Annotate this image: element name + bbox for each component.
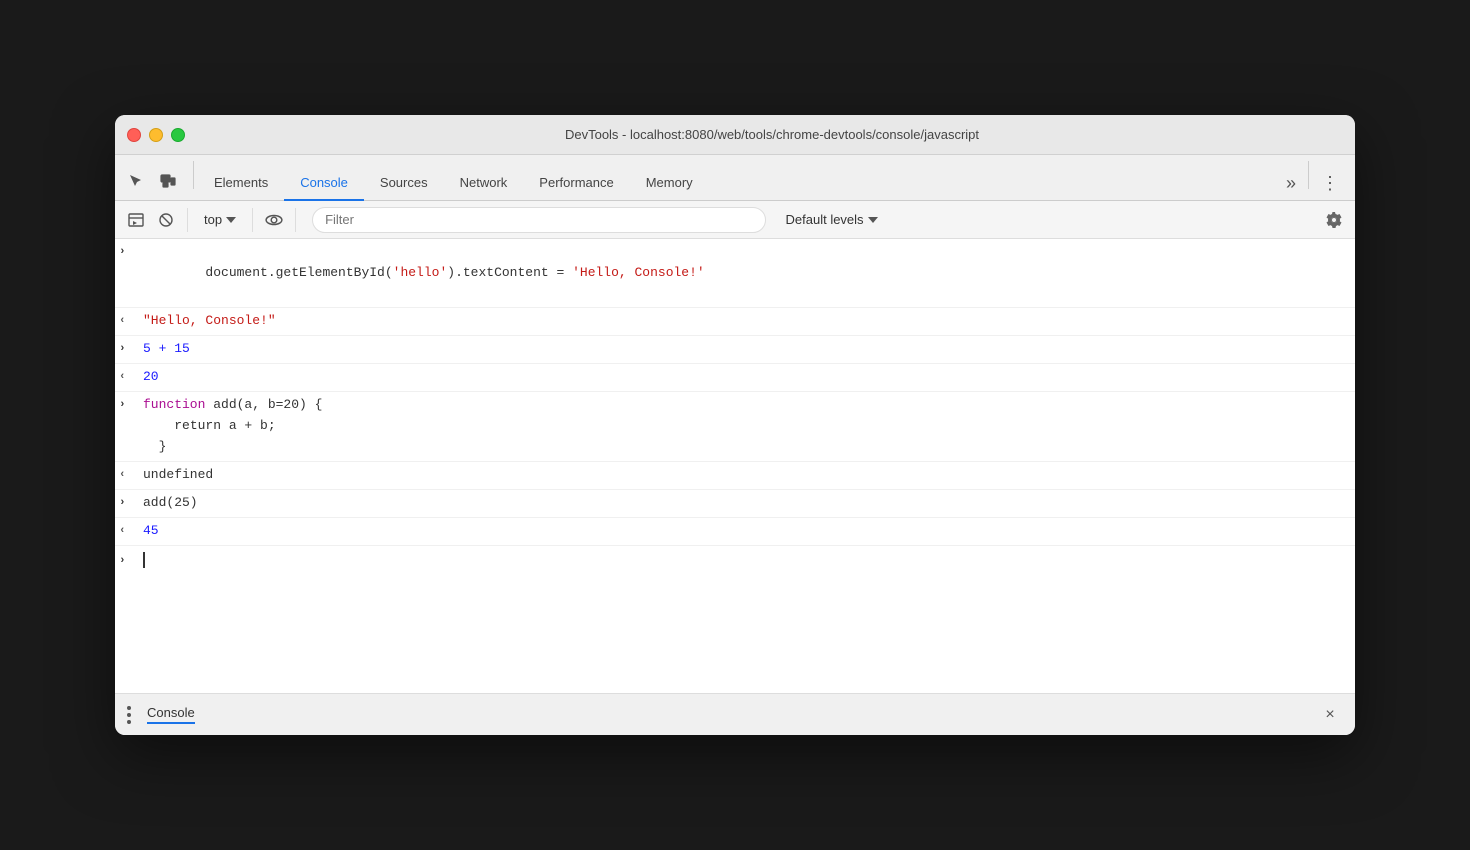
context-selector[interactable]: top (196, 208, 244, 231)
bottom-console-label: Console (147, 705, 195, 724)
devtools-menu-button[interactable]: ⋮ (1313, 173, 1347, 194)
console-line: › document.getElementById('hello').textC… (115, 239, 1355, 308)
traffic-lights (127, 128, 185, 142)
tab-memory[interactable]: Memory (630, 165, 709, 201)
levels-dropdown[interactable]: Default levels (778, 208, 886, 231)
eye-icon[interactable] (261, 207, 287, 233)
toolbar-divider-1 (187, 208, 188, 232)
filter-input[interactable] (312, 207, 765, 233)
tab-network[interactable]: Network (444, 165, 524, 201)
console-line: ‹ "Hello, Console!" (115, 308, 1355, 336)
cursor-icon[interactable] (123, 168, 149, 194)
clear-console-icon[interactable] (153, 207, 179, 233)
maximize-traffic-light[interactable] (171, 128, 185, 142)
device-toolbar-icon[interactable] (155, 168, 181, 194)
code-content: "Hello, Console!" (143, 311, 1347, 332)
console-line: ‹ 20 (115, 364, 1355, 392)
console-line: › function add(a, b=20) { return a + b; … (115, 392, 1355, 461)
close-traffic-light[interactable] (127, 128, 141, 142)
tab-sources[interactable]: Sources (364, 165, 444, 201)
dot (127, 706, 131, 710)
window-title: DevTools - localhost:8080/web/tools/chro… (201, 127, 1343, 142)
output-arrow: ‹ (119, 521, 143, 541)
minimize-traffic-light[interactable] (149, 128, 163, 142)
input-arrow: › (119, 493, 143, 513)
input-arrow: › (119, 339, 143, 359)
input-arrow: › (119, 242, 143, 262)
console-line: ‹ undefined (115, 462, 1355, 490)
code-content: function add(a, b=20) { return a + b; } (143, 395, 1347, 457)
code-content: undefined (143, 465, 1347, 486)
tab-bar: Elements Console Sources Network Perform… (115, 155, 1355, 201)
tab-divider-2 (1308, 161, 1309, 189)
settings-icon[interactable] (1321, 207, 1347, 233)
dot (127, 720, 131, 724)
code-content: 45 (143, 521, 1347, 542)
code-content: add(25) (143, 493, 1347, 514)
code-content: document.getElementById('hello').textCon… (143, 242, 1347, 304)
console-output[interactable]: › document.getElementById('hello').textC… (115, 239, 1355, 693)
dot (127, 713, 131, 717)
close-panel-button[interactable]: × (1317, 702, 1343, 728)
tab-divider-1 (193, 161, 194, 189)
console-line: › 5 + 15 (115, 336, 1355, 364)
output-arrow: ‹ (119, 311, 143, 331)
console-line: › add(25) (115, 490, 1355, 518)
bottom-bar: Console × (115, 693, 1355, 735)
tab-elements[interactable]: Elements (198, 165, 284, 201)
tab-performance[interactable]: Performance (523, 165, 629, 201)
output-arrow: ‹ (119, 367, 143, 387)
bottom-dots-menu[interactable] (127, 706, 131, 724)
execute-context-icon[interactable] (123, 207, 149, 233)
text-cursor (143, 552, 145, 568)
input-arrow: › (119, 395, 143, 415)
title-bar: DevTools - localhost:8080/web/tools/chro… (115, 115, 1355, 155)
console-input-line[interactable]: › (115, 546, 1355, 574)
tab-console[interactable]: Console (284, 165, 364, 201)
more-tabs-button[interactable]: » (1278, 173, 1304, 194)
code-content: 20 (143, 367, 1347, 388)
console-line: ‹ 45 (115, 518, 1355, 546)
toolbar-divider-2 (252, 208, 253, 232)
output-arrow: ‹ (119, 465, 143, 485)
code-content: 5 + 15 (143, 339, 1347, 360)
tab-left-icons (123, 168, 181, 200)
toolbar-divider-3 (295, 208, 296, 232)
input-arrow: › (119, 553, 143, 567)
console-toolbar: top Default levels (115, 201, 1355, 239)
devtools-window: DevTools - localhost:8080/web/tools/chro… (115, 115, 1355, 735)
